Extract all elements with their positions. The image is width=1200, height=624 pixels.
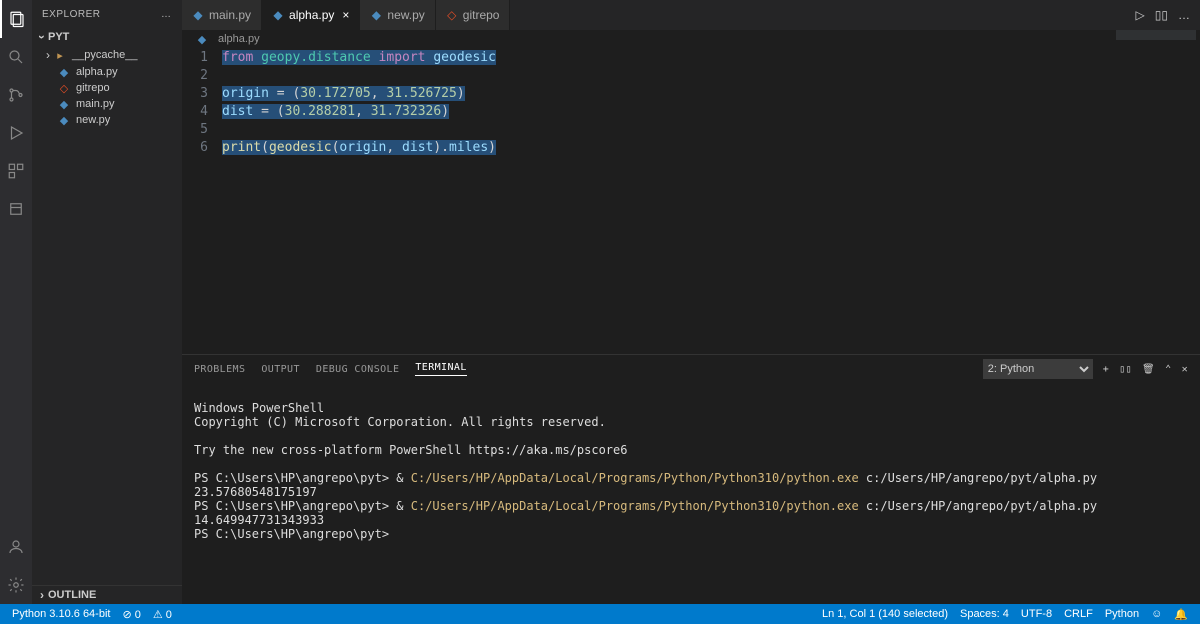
explorer-icon[interactable] <box>0 0 32 38</box>
source-control-icon[interactable] <box>0 76 32 114</box>
status-warnings[interactable]: ⚠ 0 <box>147 608 178 621</box>
panel-tabs: PROBLEMS OUTPUT DEBUG CONSOLE TERMINAL 2… <box>182 355 1200 383</box>
terminal[interactable]: Windows PowerShell Copyright (C) Microso… <box>182 383 1200 604</box>
more-icon[interactable]: … <box>1178 8 1190 22</box>
sidebar-item-main[interactable]: ◆main.py <box>36 96 182 112</box>
git-file-icon: ◇ <box>58 82 70 94</box>
minimap[interactable] <box>1116 30 1196 40</box>
editor-group: ◆main.py ◆alpha.py× ◆new.py ◇gitrepo ▷ ▯… <box>182 0 1200 604</box>
main: EXPLORER … PYT ▸__pycache__ ◆alpha.py ◇g… <box>0 0 1200 604</box>
tab-main[interactable]: ◆main.py <box>182 0 262 30</box>
status-encoding[interactable]: UTF-8 <box>1015 608 1058 621</box>
kill-terminal-icon[interactable]: 🗑 <box>1142 364 1155 375</box>
code-area[interactable]: from geopy.distance import geodesicorigi… <box>222 48 1200 354</box>
status-language[interactable]: Python <box>1099 608 1145 621</box>
python-file-icon: ◆ <box>58 114 70 126</box>
python-file-icon: ◆ <box>272 9 284 21</box>
panel-tab-problems[interactable]: PROBLEMS <box>194 364 245 375</box>
run-icon[interactable]: ▷ <box>1136 8 1145 22</box>
sidebar-more-icon[interactable]: … <box>161 9 172 20</box>
panel-tab-output[interactable]: OUTPUT <box>261 364 300 375</box>
panel: PROBLEMS OUTPUT DEBUG CONSOLE TERMINAL 2… <box>182 354 1200 604</box>
python-file-icon: ◆ <box>192 9 204 21</box>
sidebar-root[interactable]: PYT <box>36 28 182 46</box>
line-gutter: 123456 <box>182 48 222 354</box>
python-file-icon: ◆ <box>370 9 382 21</box>
breadcrumb[interactable]: ◆ alpha.py <box>182 30 1200 48</box>
maximize-panel-icon[interactable]: ⌃ <box>1165 364 1171 375</box>
sidebar-item-gitrepo[interactable]: ◇gitrepo <box>36 80 182 96</box>
close-panel-icon[interactable]: ✕ <box>1182 364 1188 375</box>
git-file-icon: ◇ <box>446 9 458 21</box>
panel-tab-debug[interactable]: DEBUG CONSOLE <box>316 364 399 375</box>
testing-icon[interactable] <box>0 190 32 228</box>
panel-tab-terminal[interactable]: TERMINAL <box>415 362 466 376</box>
new-terminal-icon[interactable]: + <box>1103 364 1109 375</box>
run-debug-icon[interactable] <box>0 114 32 152</box>
status-errors[interactable]: ⊘ 0 <box>116 608 146 621</box>
editor[interactable]: 123456 from geopy.distance import geodes… <box>182 48 1200 354</box>
python-file-icon: ◆ <box>58 98 70 110</box>
terminal-shell-select[interactable]: 2: Python <box>983 359 1093 379</box>
close-icon[interactable]: × <box>342 8 349 22</box>
split-editor-icon[interactable]: ▯▯ <box>1155 8 1168 22</box>
sidebar: EXPLORER … PYT ▸__pycache__ ◆alpha.py ◇g… <box>32 0 182 604</box>
sidebar-item-new[interactable]: ◆new.py <box>36 112 182 128</box>
editor-actions: ▷ ▯▯ … <box>1126 0 1200 30</box>
python-file-icon: ◆ <box>58 66 70 78</box>
folder-icon: ▸ <box>54 49 66 61</box>
activity-bar <box>0 0 32 604</box>
outline-section[interactable]: OUTLINE <box>36 586 182 604</box>
status-bell-icon[interactable]: 🔔 <box>1168 608 1194 621</box>
status-bar: Python 3.10.6 64-bit ⊘ 0 ⚠ 0 Ln 1, Col 1… <box>0 604 1200 624</box>
tab-gitrepo[interactable]: ◇gitrepo <box>436 0 511 30</box>
status-cursor[interactable]: Ln 1, Col 1 (140 selected) <box>816 608 954 621</box>
sidebar-header: EXPLORER … <box>32 0 182 28</box>
account-icon[interactable] <box>0 528 32 566</box>
tab-new[interactable]: ◆new.py <box>360 0 435 30</box>
split-terminal-icon[interactable]: ▯▯ <box>1119 364 1132 375</box>
status-eol[interactable]: CRLF <box>1058 608 1099 621</box>
tab-alpha[interactable]: ◆alpha.py× <box>262 0 360 30</box>
status-spaces[interactable]: Spaces: 4 <box>954 608 1015 621</box>
search-icon[interactable] <box>0 38 32 76</box>
sidebar-item-alpha[interactable]: ◆alpha.py <box>36 64 182 80</box>
status-python[interactable]: Python 3.10.6 64-bit <box>6 608 116 620</box>
status-feedback-icon[interactable]: ☺ <box>1145 608 1168 621</box>
sidebar-item-pycache[interactable]: ▸__pycache__ <box>36 46 182 64</box>
extensions-icon[interactable] <box>0 152 32 190</box>
settings-gear-icon[interactable] <box>0 566 32 604</box>
tab-bar: ◆main.py ◆alpha.py× ◆new.py ◇gitrepo ▷ ▯… <box>182 0 1200 30</box>
python-file-icon: ◆ <box>196 33 208 45</box>
sidebar-title: EXPLORER <box>42 9 100 20</box>
